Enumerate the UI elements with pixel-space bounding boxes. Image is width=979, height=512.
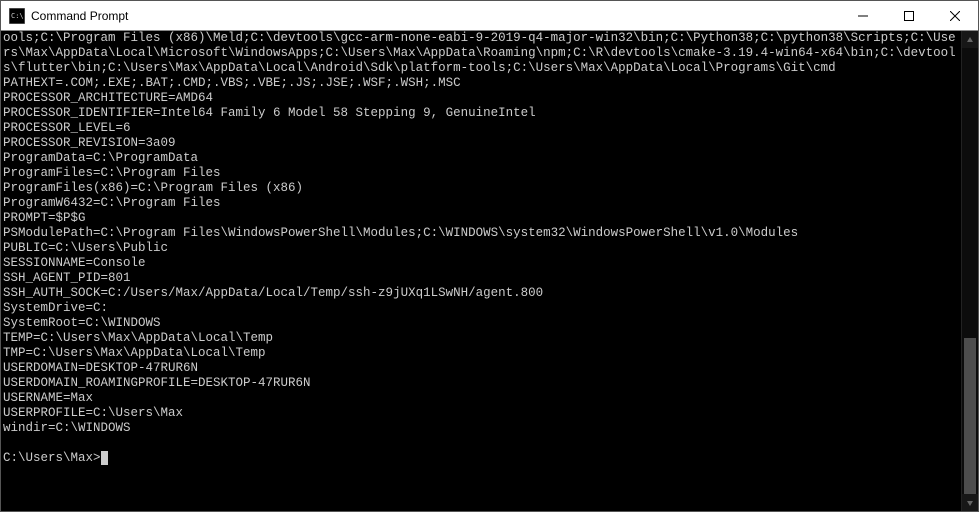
- terminal-line: USERNAME=Max: [3, 391, 959, 406]
- command-prompt-window: C:\ Command Prompt ools;C:\Program Files…: [0, 0, 979, 512]
- terminal-line: PROCESSOR_IDENTIFIER=Intel64 Family 6 Mo…: [3, 106, 959, 121]
- terminal-line: ProgramData=C:\ProgramData: [3, 151, 959, 166]
- terminal-line: ProgramFiles=C:\Program Files: [3, 166, 959, 181]
- window-controls: [840, 1, 978, 30]
- terminal-line: USERDOMAIN=DESKTOP-47RUR6N: [3, 361, 959, 376]
- scroll-down-button[interactable]: [962, 494, 978, 511]
- maximize-button[interactable]: [886, 1, 932, 30]
- terminal-line: USERDOMAIN_ROAMINGPROFILE=DESKTOP-47RUR6…: [3, 376, 959, 391]
- terminal-line: SystemRoot=C:\WINDOWS: [3, 316, 959, 331]
- terminal-line: TEMP=C:\Users\Max\AppData\Local\Temp: [3, 331, 959, 346]
- terminal-line: PATHEXT=.COM;.EXE;.BAT;.CMD;.VBS;.VBE;.J…: [3, 76, 959, 91]
- close-button[interactable]: [932, 1, 978, 30]
- terminal-line: windir=C:\WINDOWS: [3, 421, 959, 436]
- terminal-line: [3, 436, 959, 451]
- terminal-line: PROCESSOR_LEVEL=6: [3, 121, 959, 136]
- terminal-line: ools;C:\Program Files (x86)\Meld;C:\devt…: [3, 31, 959, 76]
- vertical-scrollbar[interactable]: [961, 31, 978, 511]
- terminal-line: SSH_AUTH_SOCK=C:/Users/Max/AppData/Local…: [3, 286, 959, 301]
- scrollbar-thumb[interactable]: [964, 338, 976, 494]
- terminal-line: TMP=C:\Users\Max\AppData\Local\Temp: [3, 346, 959, 361]
- terminal-area: ools;C:\Program Files (x86)\Meld;C:\devt…: [1, 31, 978, 511]
- terminal-line: PROMPT=$P$G: [3, 211, 959, 226]
- terminal-line: SESSIONNAME=Console: [3, 256, 959, 271]
- terminal-line: SystemDrive=C:: [3, 301, 959, 316]
- minimize-button[interactable]: [840, 1, 886, 30]
- cmd-icon: C:\: [9, 8, 25, 24]
- prompt-text: C:\Users\Max>: [3, 451, 101, 466]
- terminal-line: ProgramFiles(x86)=C:\Program Files (x86): [3, 181, 959, 196]
- terminal-line: PUBLIC=C:\Users\Public: [3, 241, 959, 256]
- prompt-line[interactable]: C:\Users\Max>: [3, 451, 959, 466]
- svg-text:C:\: C:\: [11, 12, 24, 20]
- terminal-line: USERPROFILE=C:\Users\Max: [3, 406, 959, 421]
- window-title: Command Prompt: [31, 9, 128, 23]
- terminal-line: ProgramW6432=C:\Program Files: [3, 196, 959, 211]
- terminal-line: PSModulePath=C:\Program Files\WindowsPow…: [3, 226, 959, 241]
- scroll-up-button[interactable]: [962, 31, 978, 48]
- terminal-line: PROCESSOR_REVISION=3a09: [3, 136, 959, 151]
- titlebar[interactable]: C:\ Command Prompt: [1, 1, 978, 31]
- terminal-line: PROCESSOR_ARCHITECTURE=AMD64: [3, 91, 959, 106]
- cursor: [101, 451, 108, 465]
- terminal-line: SSH_AGENT_PID=801: [3, 271, 959, 286]
- terminal-output[interactable]: ools;C:\Program Files (x86)\Meld;C:\devt…: [1, 31, 961, 511]
- scrollbar-track[interactable]: [962, 48, 978, 494]
